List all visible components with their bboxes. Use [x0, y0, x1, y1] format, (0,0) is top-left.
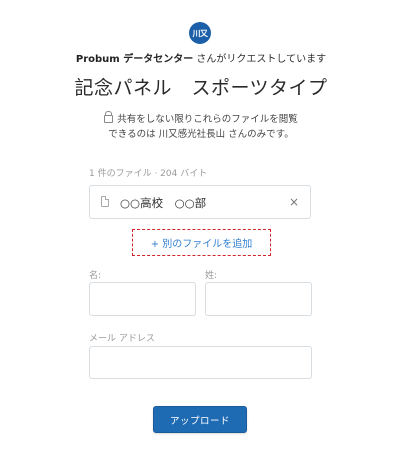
lock-icon	[104, 111, 114, 123]
privacy-notice: 共有をしない限りこれらのファイルを閲覧 できるのは 川又感光社長山 さんのみです…	[0, 111, 402, 142]
file-icon	[101, 196, 109, 207]
first-name-label: 名:	[89, 271, 102, 281]
file-request-page: 川又 Probum データセンター さんがリクエストしています 記念パネル スポ…	[0, 0, 402, 460]
remove-file-icon[interactable]: ×	[289, 195, 299, 209]
file-name: ○○高校 ○○部	[120, 196, 207, 210]
add-another-file-button[interactable]: + 別のファイルを追加	[132, 229, 271, 256]
file-summary: 1 件のファイル · 204 バイト	[89, 169, 208, 179]
email-field[interactable]	[89, 346, 312, 379]
privacy-text-2: できるのは 川又感光社長山 さんのみです。	[108, 129, 294, 140]
privacy-notice-line-1: 共有をしない限りこれらのファイルを閲覧	[0, 111, 402, 127]
last-name-field[interactable]	[205, 282, 312, 316]
requester-avatar: 川又	[189, 22, 211, 44]
upload-button[interactable]: アップロード	[153, 406, 247, 433]
page-title: 記念パネル スポーツタイプ	[74, 77, 328, 99]
requester-line: Probum データセンター さんがリクエストしています	[0, 50, 402, 65]
first-name-field[interactable]	[89, 282, 196, 316]
email-label: メール アドレス	[89, 334, 155, 344]
requester-request-text: さんがリクエストしています	[193, 54, 327, 65]
privacy-text-1: 共有をしない限りこれらのファイルを閲覧	[117, 114, 298, 125]
last-name-label: 姓:	[205, 271, 218, 281]
file-list-item: ○○高校 ○○部 ×	[89, 185, 311, 219]
requester-org-name: Probum データセンター	[75, 54, 194, 65]
avatar-initials: 川又	[192, 28, 209, 38]
